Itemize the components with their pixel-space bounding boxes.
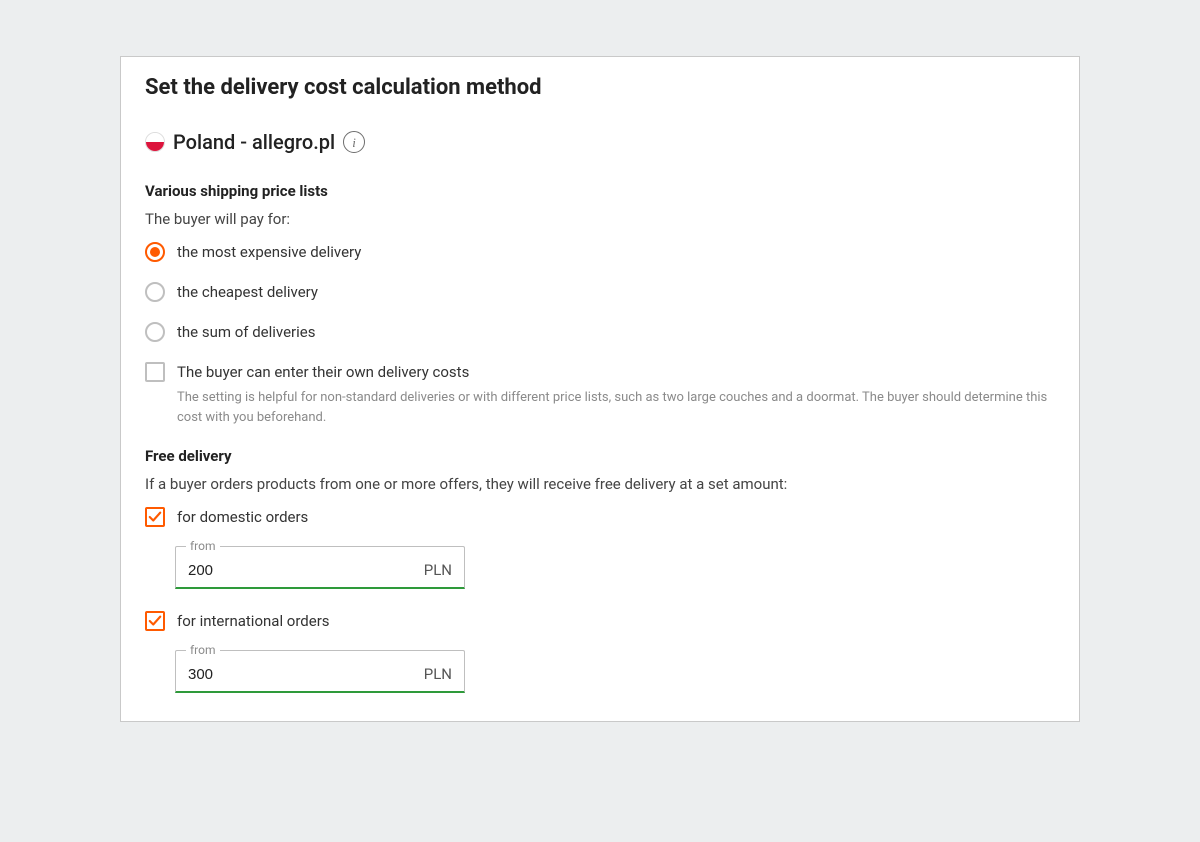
checkbox-description: The setting is helpful for non-standard …: [177, 388, 1055, 427]
radio-label: the cheapest delivery: [177, 282, 318, 302]
domestic-amount-wrap: from PLN: [173, 539, 1055, 589]
free-delivery-heading: Free delivery: [145, 447, 1055, 465]
settings-card: Set the delivery cost calculation method…: [120, 56, 1080, 722]
field-legend: from: [186, 643, 220, 657]
checkbox-icon[interactable]: [145, 507, 165, 527]
poland-flag-icon: [145, 132, 165, 152]
free-delivery-intro: If a buyer orders products from one or m…: [145, 475, 1055, 493]
checkbox-domestic-orders[interactable]: for domestic orders: [145, 507, 1055, 527]
checkbox-icon[interactable]: [145, 611, 165, 631]
domestic-amount-field[interactable]: from PLN: [175, 539, 465, 589]
shipping-lists-heading: Various shipping price lists: [145, 182, 1055, 200]
checkbox-label: for domestic orders: [177, 507, 308, 527]
radio-label: the most expensive delivery: [177, 242, 361, 262]
checkbox-buyer-custom-cost[interactable]: The buyer can enter their own delivery c…: [145, 362, 1055, 427]
currency-label: PLN: [424, 665, 452, 683]
shipping-price-lists-section: Various shipping price lists The buyer w…: [145, 182, 1055, 427]
radio-option-cheapest[interactable]: the cheapest delivery: [145, 282, 1055, 302]
page-title: Set the delivery cost calculation method: [145, 75, 1055, 100]
radio-option-sum[interactable]: the sum of deliveries: [145, 322, 1055, 342]
field-legend: from: [186, 539, 220, 553]
checkbox-international-orders[interactable]: for international orders: [145, 611, 1055, 631]
radio-label: the sum of deliveries: [177, 322, 315, 342]
radio-icon[interactable]: [145, 322, 165, 342]
international-amount-input[interactable]: [188, 666, 368, 683]
domestic-amount-input[interactable]: [188, 562, 368, 579]
radio-icon[interactable]: [145, 242, 165, 262]
currency-label: PLN: [424, 561, 452, 579]
radio-icon[interactable]: [145, 282, 165, 302]
international-amount-wrap: from PLN: [173, 643, 1055, 693]
info-icon[interactable]: i: [343, 131, 365, 153]
radio-option-most-expensive[interactable]: the most expensive delivery: [145, 242, 1055, 262]
checkbox-icon[interactable]: [145, 362, 165, 382]
checkbox-text-block: The buyer can enter their own delivery c…: [177, 362, 1055, 427]
marketplace-name: Poland - allegro.pl: [173, 130, 335, 154]
checkbox-label: The buyer can enter their own delivery c…: [177, 362, 1055, 382]
marketplace-row: Poland - allegro.pl i: [145, 130, 1055, 154]
free-delivery-section: Free delivery If a buyer orders products…: [145, 447, 1055, 693]
checkbox-label: for international orders: [177, 611, 330, 631]
international-amount-field[interactable]: from PLN: [175, 643, 465, 693]
shipping-lists-intro: The buyer will pay for:: [145, 210, 1055, 228]
